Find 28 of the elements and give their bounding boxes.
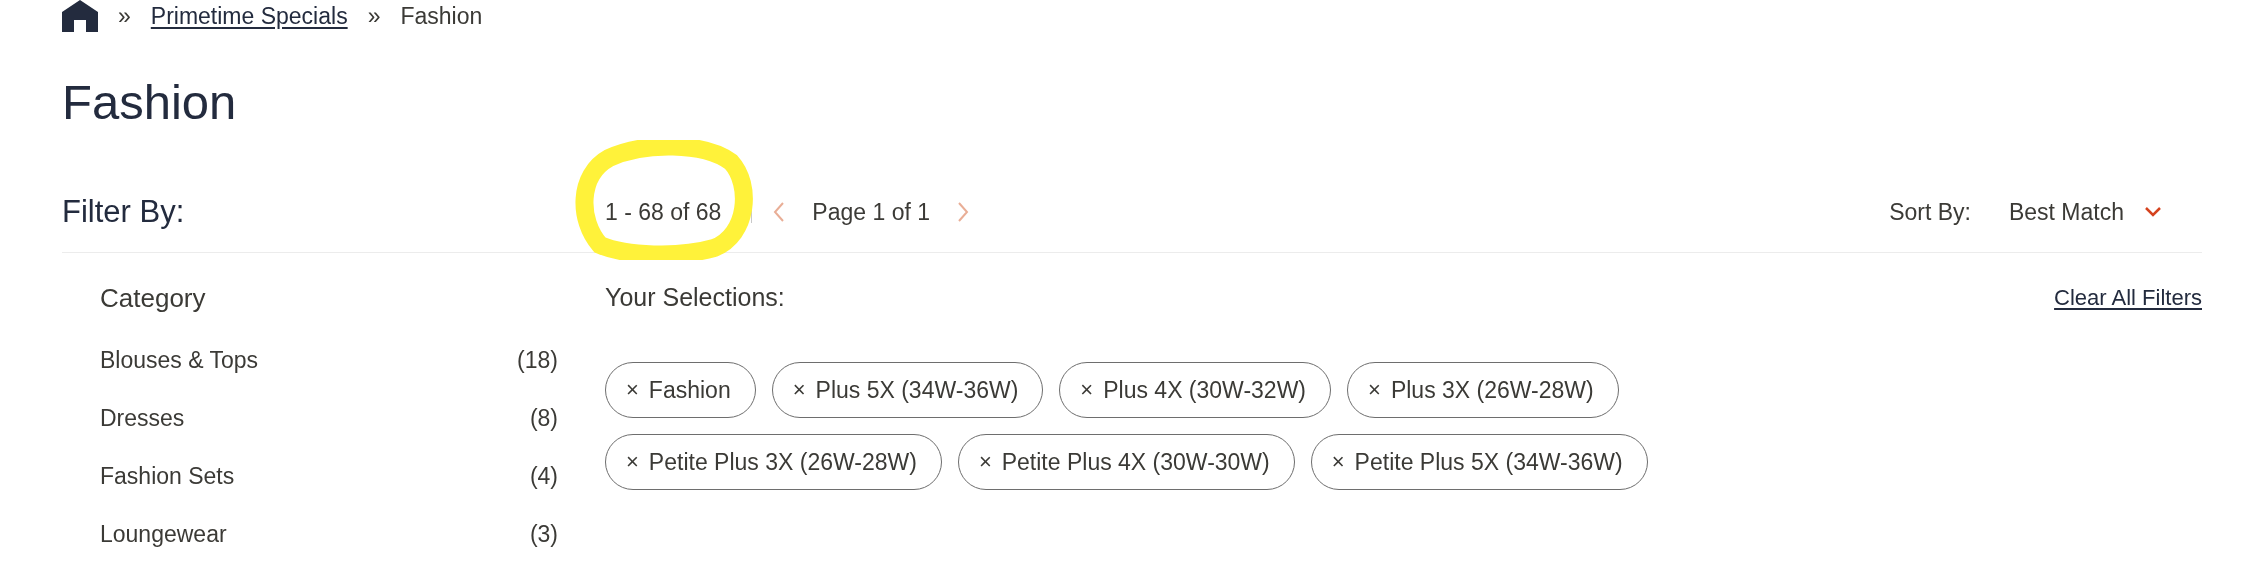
filter-chip[interactable]: × Plus 5X (34W-36W) — [771, 362, 1044, 418]
breadcrumb-separator: » — [367, 2, 381, 30]
filter-chip[interactable]: × Petite Plus 4X (30W-30W) — [957, 434, 1295, 490]
page-title: Fashion — [62, 78, 238, 127]
category-count: (18) — [517, 347, 558, 375]
category-name[interactable]: Loungewear — [100, 521, 227, 562]
category-heading: Category — [100, 283, 207, 314]
sort-label: Sort By: — [1889, 198, 1971, 226]
filter-chip[interactable]: × Fashion — [605, 362, 756, 418]
category-count: (8) — [529, 405, 558, 433]
category-count: (4) — [529, 463, 558, 491]
breadcrumb-current: Fashion — [400, 2, 483, 30]
filter-heading: Filter By: — [62, 194, 185, 230]
filter-chip[interactable]: × Plus 3X (26W-28W) — [1347, 362, 1619, 418]
filter-chip[interactable]: × Petite Plus 5X (34W-36W) — [1310, 434, 1648, 490]
filter-chip[interactable]: × Plus 4X (30W-32W) — [1059, 362, 1332, 418]
breadcrumb-separator: » — [118, 2, 131, 30]
clear-filters-link[interactable]: Clear All Filters — [2054, 284, 2202, 311]
page-indicator: Page 1 of 1 — [812, 198, 930, 226]
filter-chip[interactable]: × Petite Plus 3X (26W-28W) — [605, 434, 942, 490]
sort-dropdown[interactable]: Best Match — [2008, 198, 2162, 226]
selections-heading: Your Selections: — [605, 283, 785, 312]
category-name[interactable]: Blouses & Tops — [100, 347, 259, 405]
category-name[interactable]: Dresses — [100, 405, 185, 463]
category-name[interactable]: Fashion Sets — [100, 463, 235, 521]
results-count: 1 - 68 of 68 — [605, 198, 722, 226]
category-count: (3) — [529, 521, 558, 549]
breadcrumb-link[interactable]: Primetime Specials — [150, 2, 348, 30]
